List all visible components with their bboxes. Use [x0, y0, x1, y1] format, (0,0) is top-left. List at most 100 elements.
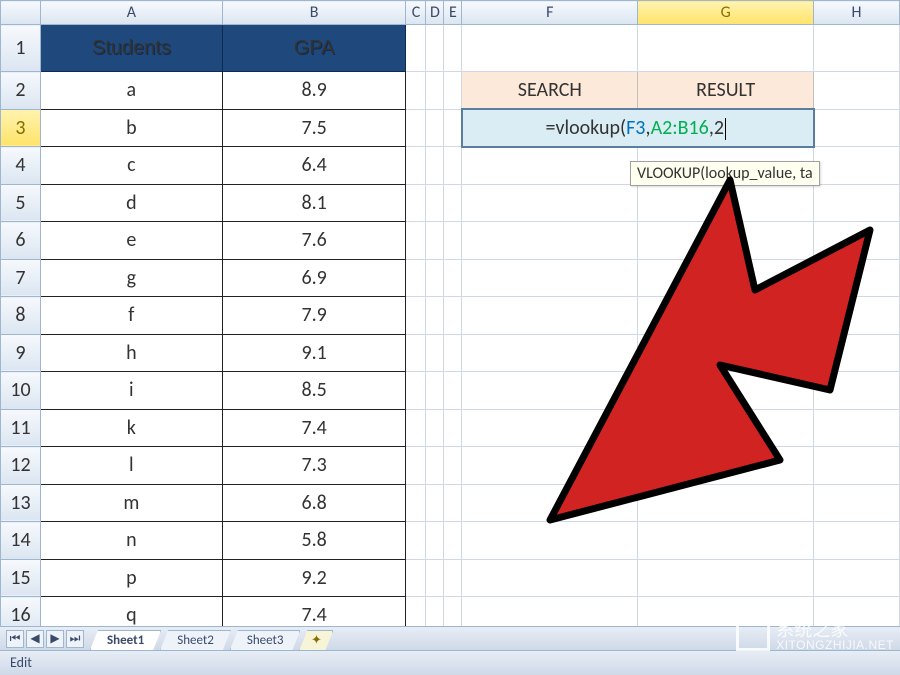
cell-A9[interactable]: h: [40, 334, 222, 372]
cell-E8[interactable]: [444, 297, 462, 335]
column-header-row[interactable]: A B C D E F G H: [1, 1, 900, 25]
cell-D11[interactable]: [426, 409, 444, 447]
cell-G1[interactable]: [638, 25, 814, 72]
cell-B15[interactable]: 9.2: [222, 559, 406, 597]
cell-G6[interactable]: [638, 222, 814, 260]
cell-E12[interactable]: [444, 447, 462, 485]
cell-H9[interactable]: [814, 334, 900, 372]
cell-B13[interactable]: 6.8: [222, 484, 406, 522]
cell-B11[interactable]: 7.4: [222, 409, 406, 447]
row-header-3[interactable]: 3: [1, 109, 41, 147]
cell-B10[interactable]: 8.5: [222, 372, 406, 410]
cell-H14[interactable]: [814, 522, 900, 560]
new-sheet-button[interactable]: ✦: [299, 630, 333, 650]
cell-C13[interactable]: [406, 484, 426, 522]
cell-D15[interactable]: [426, 559, 444, 597]
cell-G10[interactable]: [638, 372, 814, 410]
cell-E13[interactable]: [444, 484, 462, 522]
cell-D13[interactable]: [426, 484, 444, 522]
cell-G8[interactable]: [638, 297, 814, 335]
cell-F8[interactable]: [462, 297, 638, 335]
spreadsheet-grid[interactable]: A B C D E F G H 1StudentsGPA2a8.9SEARCHR…: [0, 0, 900, 635]
row-header-15[interactable]: 15: [1, 559, 41, 597]
cell-F12[interactable]: [462, 447, 638, 485]
cell-B7[interactable]: 6.9: [222, 259, 406, 297]
cell-A15[interactable]: p: [40, 559, 222, 597]
cell-A6[interactable]: e: [40, 222, 222, 260]
cell-G9[interactable]: [638, 334, 814, 372]
cell-D6[interactable]: [426, 222, 444, 260]
cell-D1[interactable]: [426, 25, 444, 72]
row-header-11[interactable]: 11: [1, 409, 41, 447]
row-header-12[interactable]: 12: [1, 447, 41, 485]
cell-C14[interactable]: [406, 522, 426, 560]
cell-C3[interactable]: [406, 109, 426, 147]
cell-B14[interactable]: 5.8: [222, 522, 406, 560]
cell-B4[interactable]: 6.4: [222, 147, 406, 185]
row-header-6[interactable]: 6: [1, 222, 41, 260]
cell-B8[interactable]: 7.9: [222, 297, 406, 335]
cell-E6[interactable]: [444, 222, 462, 260]
cell-F9[interactable]: [462, 334, 638, 372]
cell-E15[interactable]: [444, 559, 462, 597]
cell-D12[interactable]: [426, 447, 444, 485]
cell-H8[interactable]: [814, 297, 900, 335]
cell-C1[interactable]: [406, 25, 426, 72]
nav-first-icon[interactable]: ⏮: [6, 630, 24, 648]
cell-C9[interactable]: [406, 334, 426, 372]
cell-E5[interactable]: [444, 184, 462, 222]
cell-F10[interactable]: [462, 372, 638, 410]
col-header-E[interactable]: E: [444, 1, 462, 25]
cell-B1[interactable]: GPA: [222, 25, 406, 72]
cell-C2[interactable]: [406, 72, 426, 110]
sheet-tab-sheet2[interactable]: Sheet2: [160, 630, 231, 650]
col-header-F[interactable]: F: [462, 1, 638, 25]
cell-D5[interactable]: [426, 184, 444, 222]
cell-D3[interactable]: [426, 109, 444, 147]
cell-E7[interactable]: [444, 259, 462, 297]
cell-D2[interactable]: [426, 72, 444, 110]
cell-C7[interactable]: [406, 259, 426, 297]
cell-H10[interactable]: [814, 372, 900, 410]
row-header-1[interactable]: 1: [1, 25, 41, 72]
cell-F14[interactable]: [462, 522, 638, 560]
cell-A10[interactable]: i: [40, 372, 222, 410]
col-header-H[interactable]: H: [814, 1, 900, 25]
cell-A7[interactable]: g: [40, 259, 222, 297]
cell-A11[interactable]: k: [40, 409, 222, 447]
cell-F1[interactable]: [462, 25, 638, 72]
nav-prev-icon[interactable]: ◀: [26, 630, 44, 648]
cell-D7[interactable]: [426, 259, 444, 297]
cell-G11[interactable]: [638, 409, 814, 447]
cell-B9[interactable]: 9.1: [222, 334, 406, 372]
cell-B6[interactable]: 7.6: [222, 222, 406, 260]
select-all-corner[interactable]: [1, 1, 41, 25]
cell-C15[interactable]: [406, 559, 426, 597]
cell-G15[interactable]: [638, 559, 814, 597]
cell-A13[interactable]: m: [40, 484, 222, 522]
cell-D8[interactable]: [426, 297, 444, 335]
cell-H12[interactable]: [814, 447, 900, 485]
cell-G5[interactable]: [638, 184, 814, 222]
cell-H11[interactable]: [814, 409, 900, 447]
formula-edit-cell[interactable]: =vlookup(F3,A2:B16,2: [462, 109, 814, 147]
row-header-5[interactable]: 5: [1, 184, 41, 222]
cell-G7[interactable]: [638, 259, 814, 297]
cell-H5[interactable]: [814, 184, 900, 222]
cell-A4[interactable]: c: [40, 147, 222, 185]
row-header-2[interactable]: 2: [1, 72, 41, 110]
row-header-14[interactable]: 14: [1, 522, 41, 560]
cell-A2[interactable]: a: [40, 72, 222, 110]
cell-F4[interactable]: [462, 147, 638, 185]
nav-next-icon[interactable]: ▶: [46, 630, 64, 648]
row-header-7[interactable]: 7: [1, 259, 41, 297]
col-header-A[interactable]: A: [40, 1, 222, 25]
cell-B12[interactable]: 7.3: [222, 447, 406, 485]
cell-F15[interactable]: [462, 559, 638, 597]
cell-E14[interactable]: [444, 522, 462, 560]
cell-B3[interactable]: 7.5: [222, 109, 406, 147]
cell-H1[interactable]: [814, 25, 900, 72]
col-header-G[interactable]: G: [638, 1, 814, 25]
cell-H7[interactable]: [814, 259, 900, 297]
col-header-D[interactable]: D: [426, 1, 444, 25]
